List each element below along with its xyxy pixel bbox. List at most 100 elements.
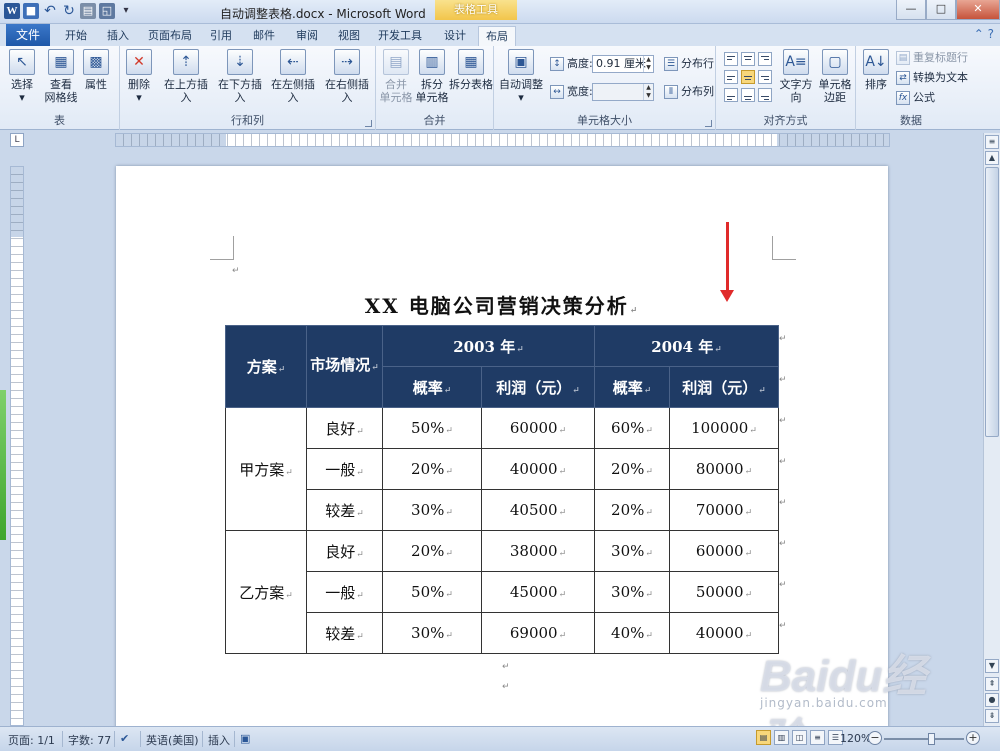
table-cell[interactable]: 50%↵ bbox=[382, 407, 482, 449]
macro-record-icon[interactable]: ▣ bbox=[240, 732, 250, 745]
table-cell[interactable]: 20%↵ bbox=[594, 489, 670, 531]
split-cells-button[interactable]: ▥ 拆分 单元格 bbox=[414, 49, 450, 104]
tab-references[interactable]: 引用 bbox=[202, 26, 240, 46]
previous-page-icon[interactable]: ⇞ bbox=[985, 677, 999, 691]
formula-button[interactable]: fx 公式 bbox=[896, 90, 935, 106]
customize-qat-icon[interactable]: ▾ bbox=[118, 3, 134, 19]
proofing-icon[interactable]: ✔ bbox=[120, 732, 129, 745]
redo-icon[interactable]: ↻ bbox=[61, 3, 77, 19]
zoom-slider[interactable] bbox=[884, 733, 964, 745]
table-cell[interactable]: 一般↵ bbox=[306, 571, 383, 613]
language-indicator[interactable]: 英语(美国) bbox=[146, 732, 199, 748]
vertical-scrollbar[interactable]: ≡ ▲ ▼ ⇞ ● ⇟ bbox=[983, 133, 1000, 726]
tab-developer[interactable]: 开发工具 bbox=[372, 26, 428, 46]
scroll-thumb[interactable] bbox=[985, 167, 999, 437]
ruler-toggle-icon[interactable]: ≡ bbox=[985, 135, 999, 149]
table-cell[interactable]: 20%↵ bbox=[382, 448, 482, 490]
table-cell[interactable]: 70000↵ bbox=[669, 489, 779, 531]
tab-selector[interactable]: L bbox=[10, 133, 24, 147]
delete-button[interactable]: ✕ 删除 ▾ bbox=[122, 49, 156, 104]
plan-cell[interactable]: 甲方案↵ bbox=[225, 407, 307, 531]
cell-margins-button[interactable]: ▢ 单元格 边距 bbox=[816, 49, 854, 104]
sales-decision-table[interactable]: 方案↵ 市场情况↵ 2003 年↵ 2004 年↵ 概率↵ 利润（元）↵ 概率↵… bbox=[225, 325, 779, 654]
zoom-level[interactable]: 120% bbox=[840, 732, 871, 745]
tab-home[interactable]: 开始 bbox=[58, 26, 94, 46]
repeat-header-rows-button[interactable]: ▤ 重复标题行 bbox=[896, 50, 968, 66]
print-preview-icon[interactable]: ◱ bbox=[99, 3, 115, 19]
table-cell[interactable]: 40000↵ bbox=[669, 612, 779, 654]
maximize-button[interactable]: □ bbox=[926, 0, 956, 20]
table-cell[interactable]: 80000↵ bbox=[669, 448, 779, 490]
insert-above-button[interactable]: ⇡ 在上方插入 bbox=[160, 49, 212, 104]
save-icon[interactable]: ■ bbox=[23, 3, 39, 19]
header-prob-2003[interactable]: 概率↵ bbox=[382, 366, 482, 408]
tab-mailings[interactable]: 邮件 bbox=[244, 26, 284, 46]
outline-view-icon[interactable]: ≡ bbox=[810, 730, 825, 745]
table-cell[interactable]: 45000↵ bbox=[481, 571, 595, 613]
scroll-up-icon[interactable]: ▲ bbox=[985, 151, 999, 165]
undo-icon[interactable]: ↶ bbox=[42, 3, 58, 19]
rows-columns-dialog-launcher-icon[interactable] bbox=[365, 120, 372, 127]
width-spinner-icon[interactable]: ▲ ▼ bbox=[643, 84, 653, 100]
table-cell[interactable]: 30%↵ bbox=[382, 489, 482, 531]
table-cell[interactable]: 40000↵ bbox=[481, 448, 595, 490]
tab-layout[interactable]: 布局 bbox=[478, 26, 516, 46]
header-2003[interactable]: 2003 年↵ bbox=[382, 325, 595, 367]
align-top-center-icon[interactable] bbox=[741, 52, 755, 66]
merge-cells-button[interactable]: ▤ 合并 单元格 bbox=[378, 49, 414, 104]
tab-insert[interactable]: 插入 bbox=[98, 26, 138, 46]
header-market[interactable]: 市场情况↵ bbox=[306, 325, 383, 408]
convert-to-text-button[interactable]: ⇄ 转换为文本 bbox=[896, 70, 968, 86]
table-cell[interactable]: 40500↵ bbox=[481, 489, 595, 531]
align-center-left-icon[interactable] bbox=[724, 70, 738, 84]
minimize-button[interactable]: — bbox=[896, 0, 926, 20]
table-cell[interactable]: 良好↵ bbox=[306, 407, 383, 449]
table-cell[interactable]: 30%↵ bbox=[382, 612, 482, 654]
header-plan[interactable]: 方案↵ bbox=[225, 325, 307, 408]
align-bottom-left-icon[interactable] bbox=[724, 88, 738, 102]
insert-left-button[interactable]: ⇠ 在左侧插入 bbox=[266, 49, 320, 104]
table-cell[interactable]: 60000↵ bbox=[669, 530, 779, 572]
next-page-icon[interactable]: ⇟ bbox=[985, 709, 999, 723]
document-page[interactable]: ↵ XX 电脑公司营销决策分析↵ 方案↵ 市场情况↵ 2003 年↵ 2004 … bbox=[116, 166, 888, 736]
table-cell[interactable]: 50%↵ bbox=[382, 571, 482, 613]
split-table-button[interactable]: ▦ 拆分表格 bbox=[448, 49, 494, 91]
align-bottom-center-icon[interactable] bbox=[741, 88, 755, 102]
insert-mode-indicator[interactable]: 插入 bbox=[208, 732, 230, 748]
vertical-ruler[interactable] bbox=[10, 166, 24, 726]
browse-object-icon[interactable]: ● bbox=[985, 693, 999, 707]
cell-size-dialog-launcher-icon[interactable] bbox=[705, 120, 712, 127]
print-layout-icon[interactable]: ▤ bbox=[756, 730, 771, 745]
web-layout-icon[interactable]: ◫ bbox=[792, 730, 807, 745]
table-cell[interactable]: 40%↵ bbox=[594, 612, 670, 654]
tab-review[interactable]: 审阅 bbox=[288, 26, 326, 46]
height-input[interactable]: 0.91 厘米 ▲ ▼ bbox=[592, 55, 654, 73]
height-spinner-icon[interactable]: ▲ ▼ bbox=[643, 56, 653, 72]
align-center-right-icon[interactable] bbox=[758, 70, 772, 84]
align-top-right-icon[interactable] bbox=[758, 52, 772, 66]
view-gridlines-button[interactable]: ▦ 查看 网格线 bbox=[42, 49, 80, 104]
header-profit-2003[interactable]: 利润（元）↵ bbox=[481, 366, 595, 408]
align-top-left-icon[interactable] bbox=[724, 52, 738, 66]
autofit-button[interactable]: ▣ 自动调整 ▾ bbox=[498, 49, 544, 104]
table-cell[interactable]: 50000↵ bbox=[669, 571, 779, 613]
table-cell[interactable]: 100000↵ bbox=[669, 407, 779, 449]
header-prob-2004[interactable]: 概率↵ bbox=[594, 366, 670, 408]
header-2004[interactable]: 2004 年↵ bbox=[594, 325, 779, 367]
print-icon[interactable]: ▤ bbox=[80, 3, 96, 19]
table-cell[interactable]: 一般↵ bbox=[306, 448, 383, 490]
properties-button[interactable]: ▩ 属性 bbox=[80, 49, 112, 91]
table-cell[interactable]: 60000↵ bbox=[481, 407, 595, 449]
table-cell[interactable]: 20%↵ bbox=[382, 530, 482, 572]
full-screen-reading-icon[interactable]: ▥ bbox=[774, 730, 789, 745]
table-cell[interactable]: 良好↵ bbox=[306, 530, 383, 572]
table-cell[interactable]: 30%↵ bbox=[594, 530, 670, 572]
table-cell[interactable]: 30%↵ bbox=[594, 571, 670, 613]
help-icon[interactable]: ⌃ ? bbox=[974, 27, 994, 41]
page-count[interactable]: 页面: 1/1 bbox=[8, 732, 55, 748]
table-cell[interactable]: 较差↵ bbox=[306, 612, 383, 654]
distribute-columns-button[interactable]: ⦀ 分布列 bbox=[664, 84, 714, 100]
table-cell[interactable]: 较差↵ bbox=[306, 489, 383, 531]
scroll-down-icon[interactable]: ▼ bbox=[985, 659, 999, 673]
distribute-rows-button[interactable]: ☰ 分布行 bbox=[664, 56, 714, 72]
